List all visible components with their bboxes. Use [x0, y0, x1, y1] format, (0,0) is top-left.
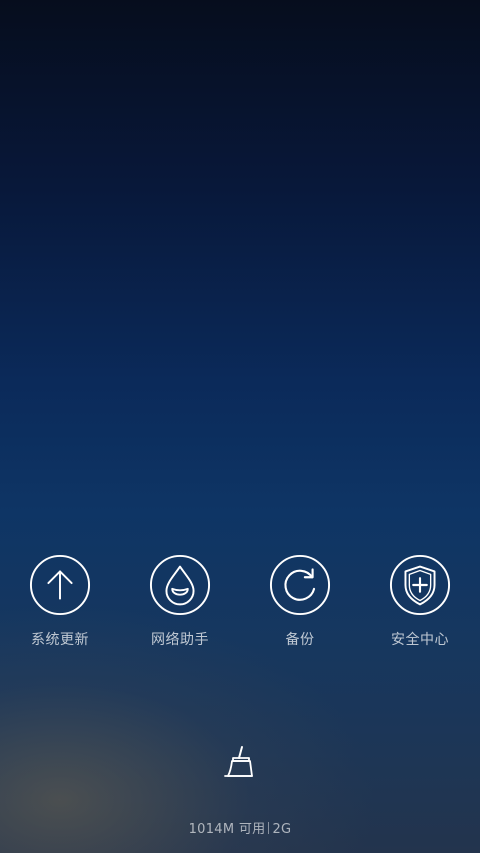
backup-icon — [269, 554, 331, 616]
memory-separator — [268, 822, 270, 834]
backup-button[interactable]: 备份 — [240, 554, 360, 654]
system-update-label: 系统更新 — [31, 632, 89, 648]
memory-available: 1014M 可用 — [188, 822, 266, 837]
broom-icon[interactable] — [222, 744, 258, 780]
network-assistant-button[interactable]: 网络助手 — [120, 554, 240, 654]
security-center-button[interactable]: 安全中心 — [360, 554, 480, 654]
shield-plus-icon — [389, 554, 451, 616]
arrow-up-icon — [29, 554, 91, 616]
security-center-label: 安全中心 — [391, 632, 449, 648]
backup-label: 备份 — [285, 632, 315, 648]
system-update-button[interactable]: 系统更新 — [0, 554, 120, 654]
memory-status: 1014M 可用 2G — [0, 818, 480, 837]
quick-actions-row: 系统更新 网络助手 备份 安全中心 — [0, 554, 480, 654]
network-assistant-label: 网络助手 — [151, 632, 209, 648]
water-drop-icon — [149, 554, 211, 616]
memory-total: 2G — [272, 822, 292, 837]
